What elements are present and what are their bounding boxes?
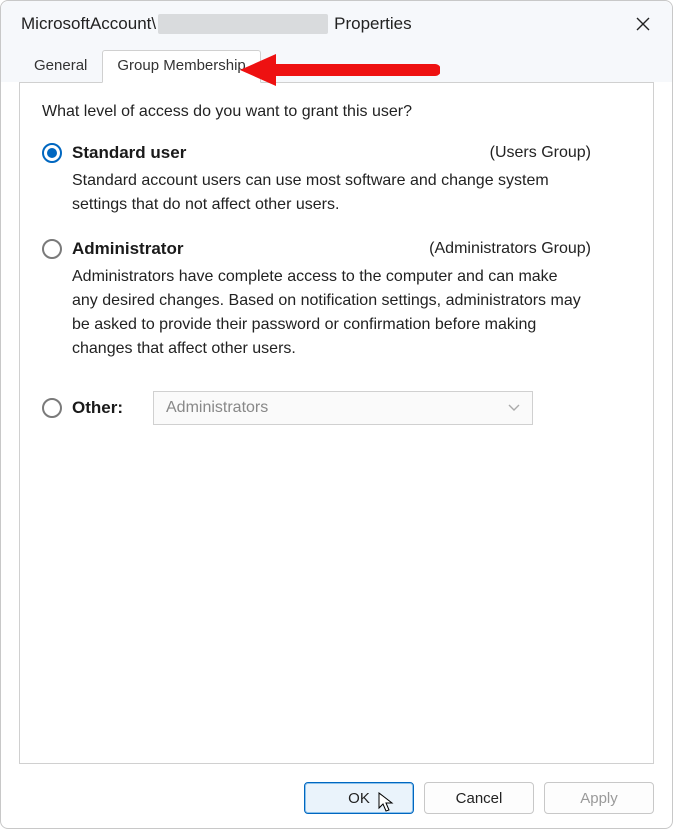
close-icon (636, 17, 650, 31)
titlebar: MicrosoftAccount\ Properties (1, 1, 672, 43)
access-prompt: What level of access do you want to gran… (42, 103, 631, 121)
tab-general[interactable]: General (19, 50, 102, 83)
title-prefix: MicrosoftAccount\ (21, 14, 156, 34)
redacted-username (158, 14, 328, 34)
standard-user-label: Standard user (72, 143, 186, 163)
option-administrator: Administrator (Administrators Group) Adm… (42, 239, 631, 361)
standard-user-group: (Users Group) (490, 144, 631, 162)
radio-other[interactable] (42, 398, 62, 418)
option-standard-user: Standard user (Users Group) Standard acc… (42, 143, 631, 217)
radio-administrator[interactable] (42, 239, 62, 259)
other-label: Other: (72, 398, 123, 418)
other-combo-value: Administrators (166, 399, 268, 417)
tab-strip: General Group Membership (1, 43, 672, 82)
standard-user-desc: Standard account users can use most soft… (72, 169, 582, 217)
radio-standard-user[interactable] (42, 143, 62, 163)
title-suffix: Properties (334, 14, 411, 34)
group-membership-panel: What level of access do you want to gran… (19, 82, 654, 764)
administrator-group: (Administrators Group) (429, 240, 631, 258)
ok-button[interactable]: OK (304, 782, 414, 814)
cancel-button[interactable]: Cancel (424, 782, 534, 814)
chevron-down-icon (508, 401, 520, 415)
option-other: Other: Administrators (42, 391, 631, 425)
administrator-label: Administrator (72, 239, 183, 259)
tab-group-membership[interactable]: Group Membership (102, 50, 260, 83)
dialog-footer: OK Cancel Apply (1, 772, 672, 828)
other-group-combobox[interactable]: Administrators (153, 391, 533, 425)
properties-dialog: MicrosoftAccount\ Properties General Gro… (0, 0, 673, 829)
close-button[interactable] (628, 9, 658, 39)
apply-button[interactable]: Apply (544, 782, 654, 814)
administrator-desc: Administrators have complete access to t… (72, 265, 582, 361)
window-title: MicrosoftAccount\ Properties (21, 14, 412, 34)
